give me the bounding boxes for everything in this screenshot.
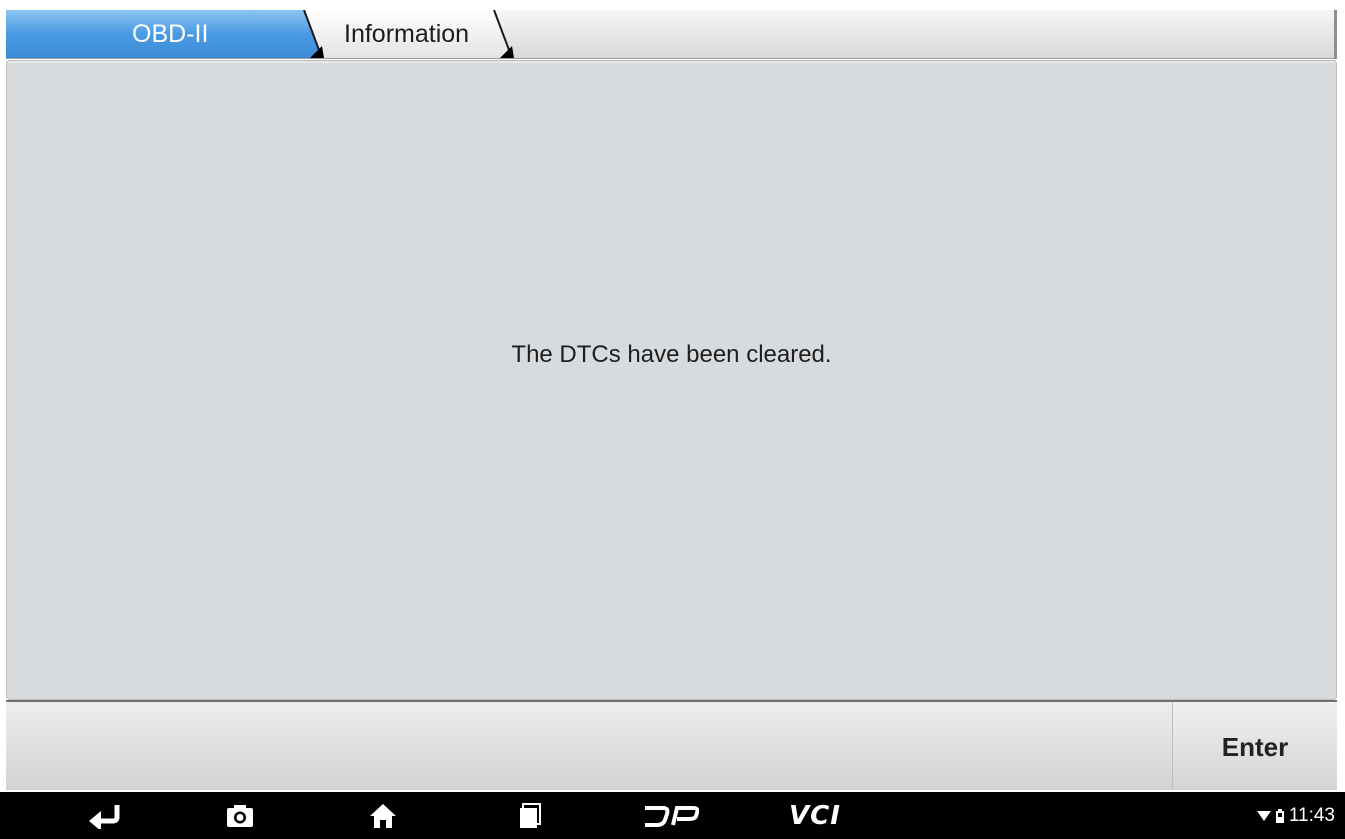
home-icon[interactable] <box>358 792 408 839</box>
status-area: 11:43 <box>1256 792 1335 839</box>
vci-label: VCI <box>789 800 841 831</box>
status-message: The DTCs have been cleared. <box>511 341 832 368</box>
screenshot-icon[interactable] <box>215 792 265 839</box>
recent-apps-icon[interactable] <box>505 792 555 839</box>
action-bar: Enter <box>6 700 1337 790</box>
tab-obd-ii[interactable]: OBD-II <box>132 10 208 58</box>
tab-information[interactable]: Information <box>344 10 469 58</box>
breadcrumb: OBD-II Information <box>6 10 1337 59</box>
back-icon[interactable] <box>80 792 130 839</box>
topbar-edge <box>1334 10 1337 58</box>
screen: OBD-II Information The DTCs have been cl… <box>0 0 1345 839</box>
enter-button[interactable]: Enter <box>1172 702 1337 790</box>
system-navbar: VCI 11:43 <box>0 792 1345 839</box>
message-panel: The DTCs have been cleared. <box>6 60 1337 700</box>
dp-icon[interactable] <box>636 792 706 839</box>
wifi-icon <box>1256 810 1271 821</box>
enter-button-label: Enter <box>1221 732 1289 762</box>
clock-text: 11:43 <box>1288 804 1335 826</box>
vci-button[interactable]: VCI <box>780 792 850 839</box>
battery-icon <box>1275 808 1284 823</box>
